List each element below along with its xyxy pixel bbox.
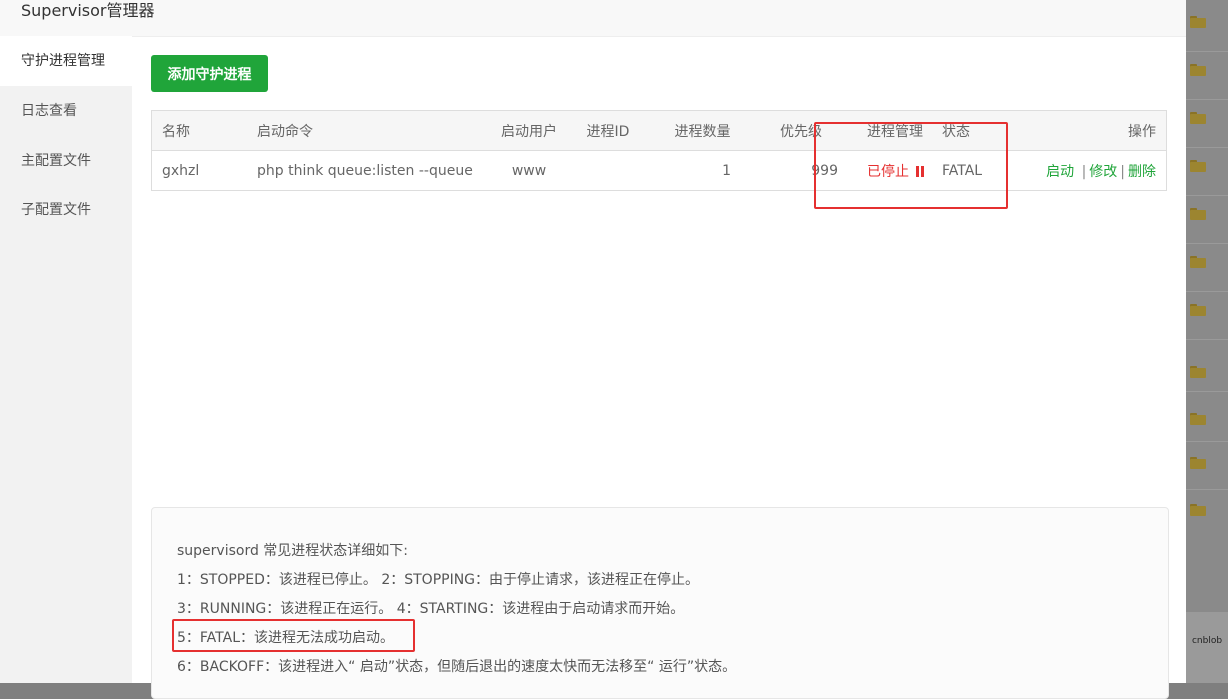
header-ops: 操作 [1022, 110, 1167, 151]
background-file-list: cnblob [1186, 0, 1228, 683]
watermark: cnblob [1191, 636, 1223, 646]
header-name: 名称 [151, 110, 257, 151]
info-heading: supervisord 常见进程状态详细如下: [177, 543, 409, 559]
sidebar-item-sub-config[interactable]: 子配置文件 [0, 185, 132, 235]
dialog-title: Supervisor管理器 [21, 1, 155, 20]
folder-icon [1190, 366, 1206, 378]
start-link[interactable]: 启动 [1046, 164, 1074, 180]
table-header-row: 名称 启动命令 启动用户 进程ID 进程数量 优先级 进程管理 状态 操作 [151, 110, 1167, 151]
folder-icon [1190, 504, 1206, 516]
add-daemon-button[interactable]: 添加守护进程 [151, 55, 268, 92]
folder-icon [1190, 208, 1206, 220]
header-pid: 进程ID [571, 110, 645, 151]
sidebar: 守护进程管理 日志查看 主配置文件 子配置文件 [0, 36, 132, 683]
cell-pid [571, 151, 645, 191]
header-command: 启动命令 [257, 110, 487, 151]
folder-icon [1190, 112, 1206, 124]
folder-icon [1190, 256, 1206, 268]
supervisor-dialog: Supervisor管理器 守护进程管理 日志查看 主配置文件 子配置文件 添加… [0, 0, 1186, 699]
sidebar-item-log-view[interactable]: 日志查看 [0, 86, 132, 136]
info-line: 6：BACKOFF：该进程进入“ 启动”状态，但随后退出的速度太快而无法移至“ … [177, 659, 737, 675]
cell-count: 1 [722, 162, 731, 179]
edit-link[interactable]: 修改 [1089, 164, 1117, 180]
info-line: 3：RUNNING：该进程正在运行。 4：STARTING：该进程由于启动请求而… [177, 601, 685, 617]
process-table: 名称 启动命令 启动用户 进程ID 进程数量 优先级 进程管理 状态 操作 gx… [151, 110, 1167, 191]
info-line: 1：STOPPED：该进程已停止。 2：STOPPING：由于停止请求，该进程正… [177, 572, 700, 588]
highlight-box [172, 619, 415, 652]
separator: | [1081, 163, 1087, 180]
folder-icon [1190, 457, 1206, 469]
table-row: gxhzl php think queue:listen --queue www… [152, 151, 1167, 191]
folder-icon [1190, 64, 1206, 76]
folder-icon [1190, 16, 1206, 28]
sidebar-item-main-config[interactable]: 主配置文件 [0, 136, 132, 186]
dialog-titlebar: Supervisor管理器 [0, 0, 1186, 37]
cell-user: www [511, 162, 547, 179]
cell-ops: 启动 | 修改 | 删除 [1022, 151, 1167, 191]
delete-link[interactable]: 删除 [1128, 164, 1156, 180]
highlight-box [814, 122, 1008, 209]
folder-icon [1190, 304, 1206, 316]
folder-icon [1190, 413, 1206, 425]
status-info-panel: supervisord 常见进程状态详细如下: 1：STOPPED：该进程已停止… [151, 507, 1169, 699]
cell-command: php think queue:listen --queue [257, 162, 473, 179]
header-count: 进程数量 [645, 110, 760, 151]
separator: | [1120, 163, 1125, 180]
header-user: 启动用户 [487, 110, 571, 151]
cell-name: gxhzl [162, 162, 200, 179]
sidebar-item-process-manage[interactable]: 守护进程管理 [0, 36, 132, 86]
folder-icon [1190, 160, 1206, 172]
